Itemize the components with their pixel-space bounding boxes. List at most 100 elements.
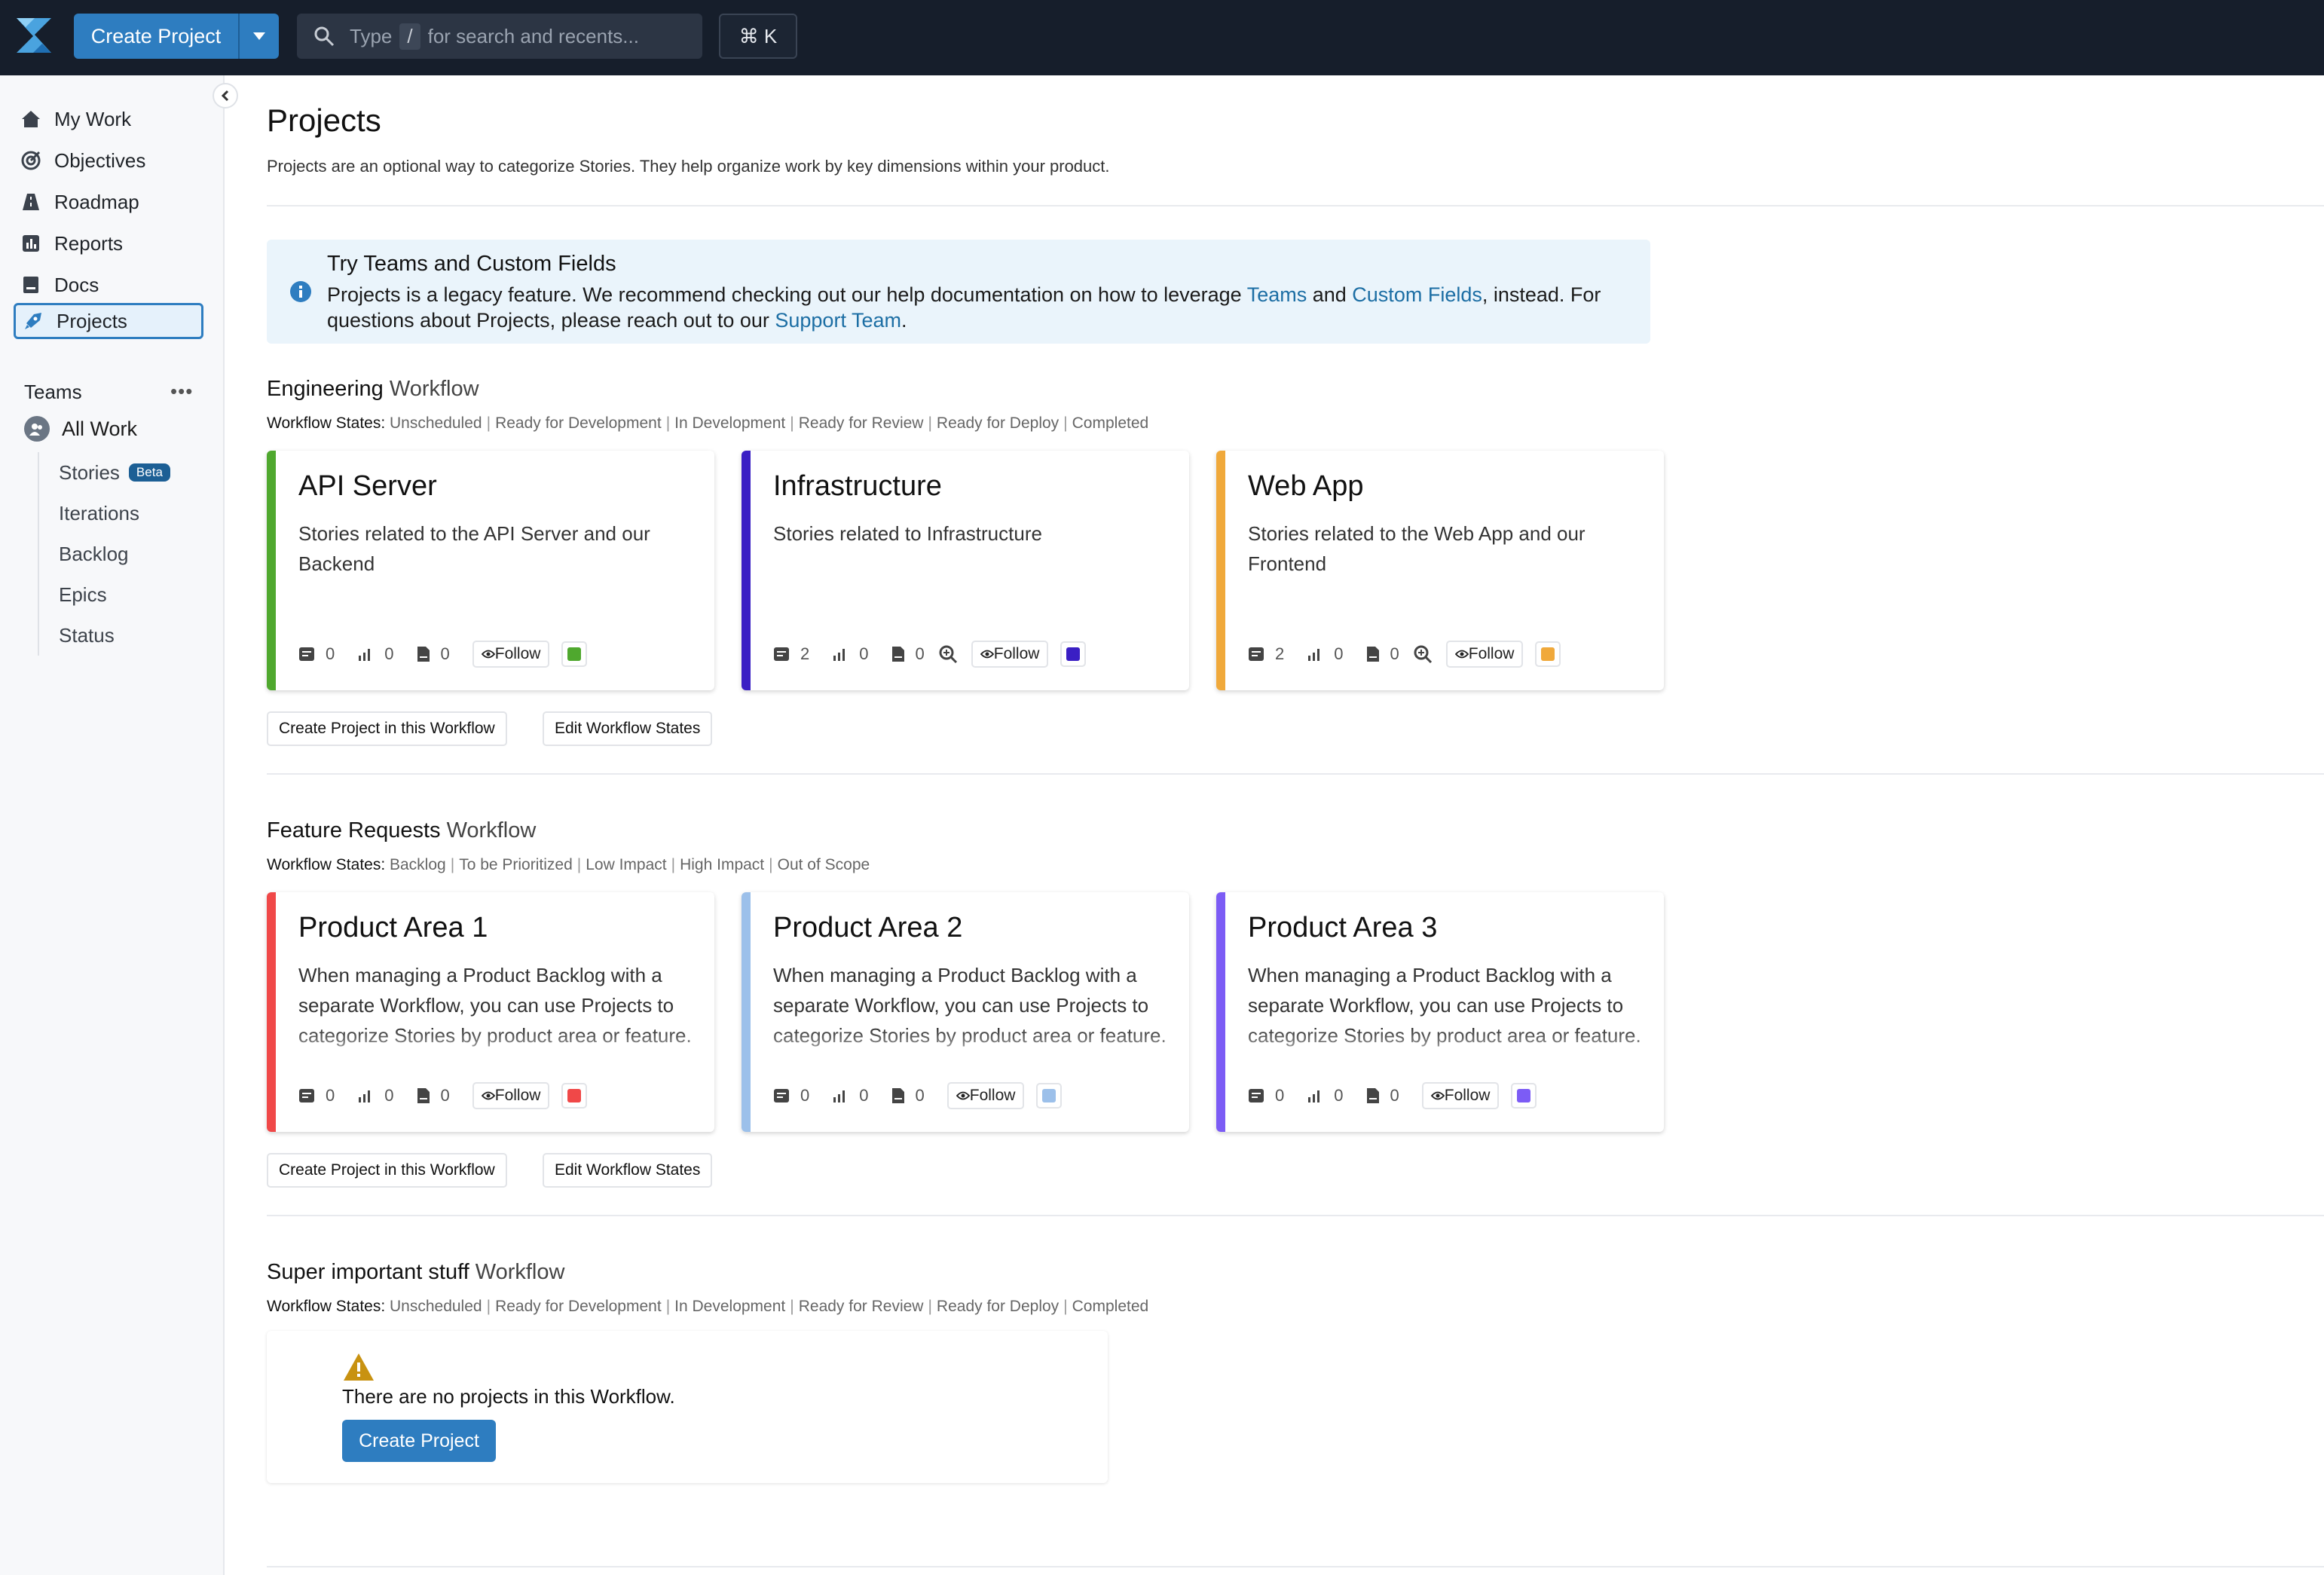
color-picker-button[interactable] bbox=[1535, 641, 1561, 667]
follow-button[interactable]: Follow bbox=[946, 1082, 1025, 1109]
sidebar-item-my-work[interactable]: My Work bbox=[14, 101, 203, 137]
doc-icon bbox=[417, 1088, 430, 1103]
zoom-in-icon[interactable] bbox=[1413, 644, 1433, 664]
story-icon bbox=[774, 647, 789, 661]
follow-button[interactable]: Follow bbox=[472, 641, 550, 668]
sidebar-item-backlog[interactable]: Backlog bbox=[39, 534, 213, 574]
project-name[interactable]: API Server bbox=[298, 470, 437, 503]
color-picker-button[interactable] bbox=[1511, 1083, 1537, 1109]
project-card[interactable]: Product Area 3 When managing a Product Ba… bbox=[1216, 892, 1664, 1132]
state-separator: | bbox=[671, 856, 676, 873]
sidebar-item-label: Status bbox=[59, 623, 115, 647]
divider bbox=[267, 773, 2324, 775]
state-separator: | bbox=[486, 414, 491, 432]
sidebar-item-docs[interactable]: Docs bbox=[14, 267, 203, 303]
command-shortcut-button[interactable]: ⌘ K bbox=[719, 14, 797, 59]
sidebar-item-projects[interactable]: Projects bbox=[14, 303, 203, 339]
sidebar-item-reports[interactable]: Reports bbox=[14, 225, 203, 261]
docs-count: 0 bbox=[891, 1086, 925, 1106]
doc-icon bbox=[1366, 647, 1379, 662]
divider bbox=[267, 1215, 2324, 1216]
collapse-sidebar-button[interactable] bbox=[213, 83, 238, 109]
story-icon bbox=[1249, 647, 1264, 661]
app-logo[interactable] bbox=[14, 15, 54, 56]
docs-count: 0 bbox=[417, 644, 450, 664]
docs-count-value: 0 bbox=[915, 644, 925, 663]
info-text: . bbox=[901, 309, 907, 332]
chevron-down-icon[interactable] bbox=[238, 14, 279, 59]
color-picker-button[interactable] bbox=[561, 641, 588, 667]
sidebar-item-iterations[interactable]: Iterations bbox=[39, 493, 213, 534]
create-project-button[interactable]: Create Project bbox=[342, 1420, 496, 1462]
project-name[interactable]: Web App bbox=[1248, 470, 1364, 503]
color-picker-button[interactable] bbox=[561, 1083, 588, 1109]
project-color-bar bbox=[267, 892, 276, 1132]
all-work-subnav: Stories Beta Iterations Backlog Epics St… bbox=[38, 452, 213, 656]
teams-link[interactable]: Teams bbox=[1247, 283, 1307, 306]
team-avatar-icon bbox=[24, 416, 50, 442]
project-card[interactable]: Product Area 2 When managing a Product Ba… bbox=[742, 892, 1189, 1132]
sidebar-item-epics[interactable]: Epics bbox=[39, 574, 213, 615]
sidebar-item-status[interactable]: Status bbox=[39, 615, 213, 656]
search-input[interactable]: Type / for search and recents... bbox=[297, 14, 702, 59]
docs-count: 0 bbox=[1366, 1086, 1399, 1106]
docs-count-value: 0 bbox=[1390, 1086, 1399, 1105]
points-count-value: 0 bbox=[1334, 1086, 1344, 1105]
follow-button[interactable]: Follow bbox=[1445, 641, 1524, 668]
roadmap-icon bbox=[21, 192, 41, 212]
color-swatch bbox=[567, 647, 582, 661]
workflow-state: Ready for Review bbox=[798, 1298, 924, 1315]
points-count: 0 bbox=[357, 644, 394, 664]
support-team-link[interactable]: Support Team bbox=[775, 309, 901, 332]
state-separator: | bbox=[1063, 414, 1068, 432]
eye-icon bbox=[481, 650, 495, 659]
workflow-state: Ready for Development bbox=[495, 1298, 662, 1315]
color-picker-button[interactable] bbox=[1036, 1083, 1063, 1109]
project-description: Stories related to the API Server and ou… bbox=[298, 522, 650, 575]
edit-workflow-states-button[interactable]: Edit Workflow States bbox=[543, 1153, 713, 1188]
custom-fields-link[interactable]: Custom Fields bbox=[1352, 283, 1482, 306]
workflow-state: In Development bbox=[674, 1298, 786, 1315]
follow-label: Follow bbox=[494, 1087, 541, 1104]
follow-button[interactable]: Follow bbox=[472, 1082, 550, 1109]
project-color-bar bbox=[742, 892, 751, 1132]
sidebar-item-roadmap[interactable]: Roadmap bbox=[14, 184, 203, 220]
edit-workflow-states-button[interactable]: Edit Workflow States bbox=[543, 711, 713, 746]
points-count-value: 0 bbox=[384, 644, 394, 663]
sidebar-item-all-work[interactable]: All Work bbox=[24, 416, 137, 442]
create-project-in-workflow-button[interactable]: Create Project in this Workflow bbox=[267, 1153, 507, 1188]
project-name[interactable]: Product Area 1 bbox=[298, 912, 488, 944]
sidebar-item-label: All Work bbox=[62, 417, 138, 440]
empty-message: There are no projects in this Workflow. bbox=[342, 1385, 675, 1408]
color-picker-button[interactable] bbox=[1060, 641, 1087, 667]
project-card[interactable]: API Server Stories related to the API Ser… bbox=[267, 451, 714, 690]
teams-more-button[interactable]: ••• bbox=[170, 380, 193, 403]
workflow-states: Workflow States: Backlog | To be Prioritiz… bbox=[267, 856, 870, 874]
project-name[interactable]: Infrastructure bbox=[773, 470, 942, 503]
follow-button[interactable]: Follow bbox=[971, 641, 1049, 668]
zoom-in-icon[interactable] bbox=[938, 644, 958, 664]
sidebar-item-label: Projects bbox=[57, 309, 127, 332]
create-project-in-workflow-button[interactable]: Create Project in this Workflow bbox=[267, 711, 507, 746]
workflow-states-label: Workflow States: bbox=[267, 414, 390, 432]
workflow-name: Super important stuff bbox=[267, 1260, 469, 1284]
follow-button[interactable]: Follow bbox=[1421, 1082, 1500, 1109]
color-swatch bbox=[1541, 647, 1555, 661]
project-card[interactable]: Product Area 1 When managing a Product Ba… bbox=[267, 892, 714, 1132]
project-name[interactable]: Product Area 2 bbox=[773, 912, 962, 944]
project-card[interactable]: Web App Stories related to the Web App an… bbox=[1216, 451, 1664, 690]
workflow-suffix: Workflow bbox=[469, 1260, 565, 1284]
sidebar-item-objectives[interactable]: Objectives bbox=[14, 142, 203, 179]
follow-label: Follow bbox=[993, 645, 1040, 662]
create-project-button[interactable]: Create Project bbox=[74, 14, 279, 59]
project-card[interactable]: Infrastructure Stories related to Infrast… bbox=[742, 451, 1189, 690]
points-count: 0 bbox=[832, 644, 869, 664]
state-separator: | bbox=[790, 414, 794, 432]
sidebar-item-stories[interactable]: Stories Beta bbox=[39, 452, 213, 493]
follow-label: Follow bbox=[969, 1087, 1016, 1104]
divider bbox=[267, 1566, 2324, 1567]
eye-icon bbox=[481, 1091, 495, 1100]
state-separator: | bbox=[1063, 1298, 1068, 1315]
workflow-states-label: Workflow States: bbox=[267, 1298, 390, 1315]
project-name[interactable]: Product Area 3 bbox=[1248, 912, 1437, 944]
